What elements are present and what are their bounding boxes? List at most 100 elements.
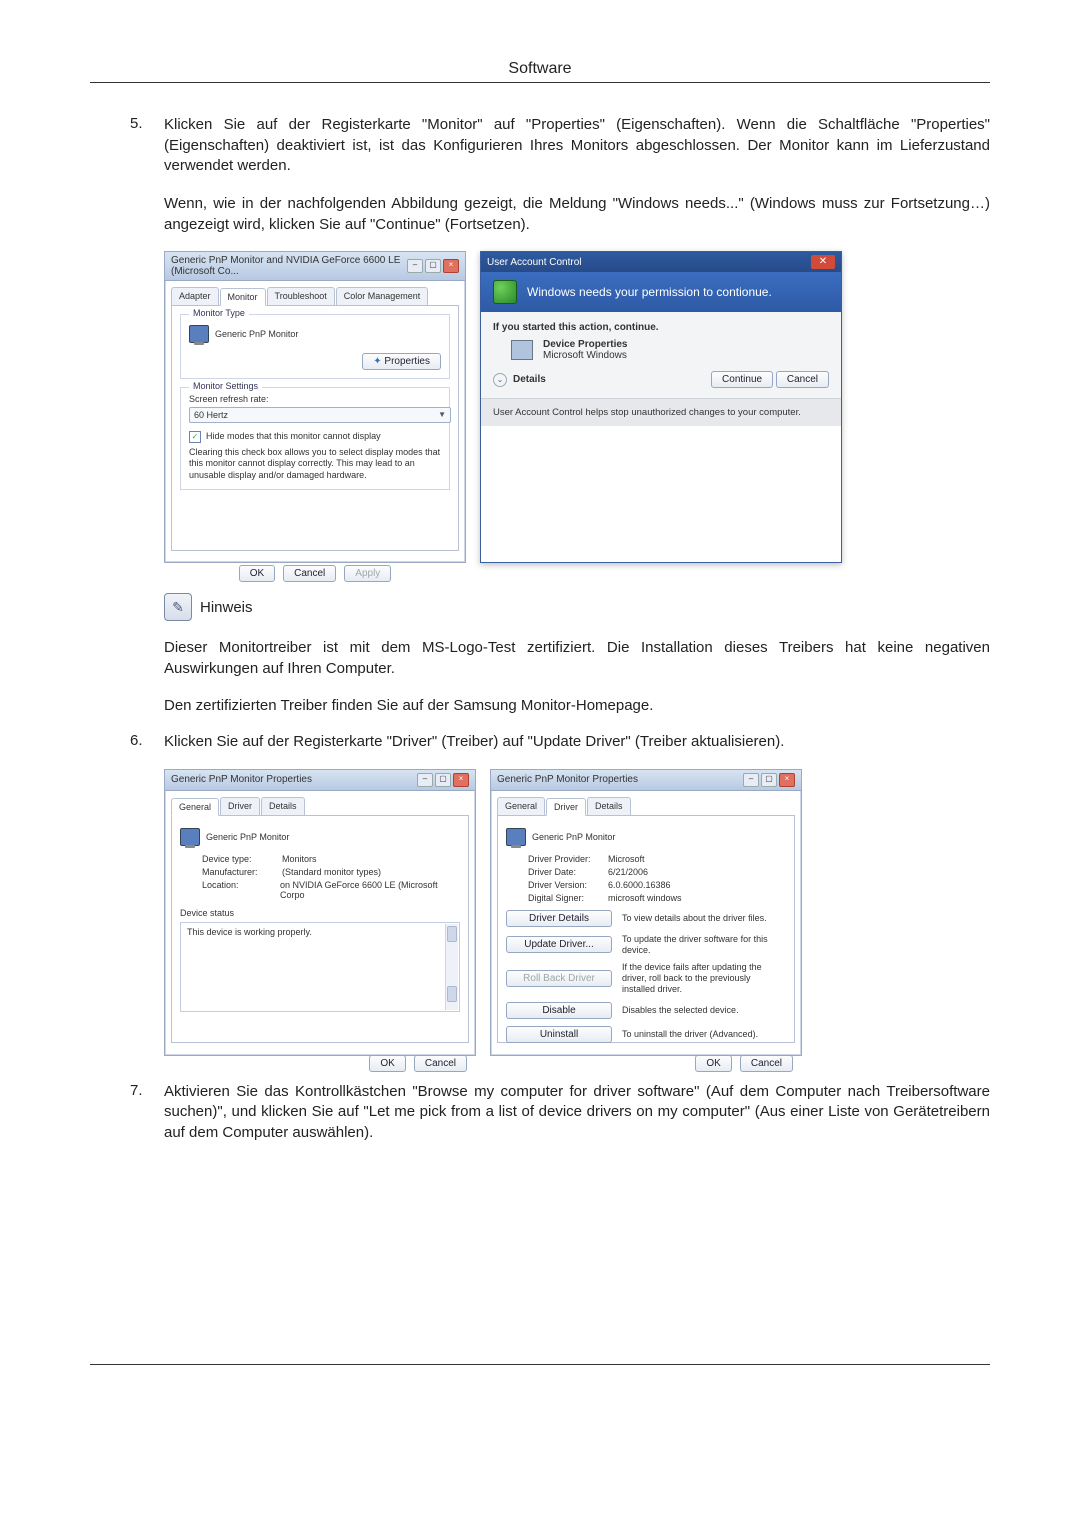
monitor-dialog-buttons: OK Cancel Apply — [165, 557, 465, 592]
monitor-type-group: Monitor Type Generic PnP Monitor ✦ Prope… — [180, 314, 450, 379]
driver-details-desc: To view details about the driver files. — [622, 913, 786, 924]
driver-version-label: Driver Version: — [528, 880, 608, 890]
tab-color-management[interactable]: Color Management — [336, 287, 429, 305]
driver-provider-label: Driver Provider: — [528, 854, 608, 864]
scrollbar[interactable] — [445, 924, 458, 1010]
close-icon[interactable]: × — [453, 773, 469, 787]
document-page: Software 5. Klicken Sie auf der Register… — [0, 0, 1080, 1473]
driver-version-value: 6.0.6000.16386 — [608, 880, 671, 890]
apply-button[interactable]: Apply — [344, 565, 391, 582]
update-driver-desc: To update the driver software for this d… — [622, 934, 786, 956]
uac-body: If you started this action, continue. De… — [481, 312, 841, 398]
hide-modes-description: Clearing this check box allows you to se… — [189, 447, 441, 481]
driver-monitor-name-line: Generic PnP Monitor — [506, 828, 786, 846]
device-type-label: Device type: — [202, 854, 282, 864]
tab-adapter[interactable]: Adapter — [171, 287, 219, 305]
driver-date-label: Driver Date: — [528, 867, 608, 877]
hide-modes-checkbox-row: ✓ Hide modes that this monitor cannot di… — [189, 431, 441, 443]
cancel-button[interactable]: Cancel — [740, 1055, 793, 1072]
ok-button[interactable]: OK — [369, 1055, 405, 1072]
window-buttons: – ▢ × — [417, 773, 469, 787]
minimize-icon[interactable]: – — [743, 773, 759, 787]
tab-driver[interactable]: Driver — [546, 798, 586, 816]
uac-footer: User Account Control helps stop unauthor… — [481, 398, 841, 426]
device-status-legend: Device status — [180, 908, 460, 918]
maximize-icon[interactable]: ▢ — [425, 259, 441, 273]
uac-subtext: If you started this action, continue. — [493, 322, 829, 333]
general-dialog-buttons: OK Cancel — [165, 1049, 475, 1078]
cancel-button[interactable]: Cancel — [776, 371, 829, 388]
step-7-number: 7. — [130, 1082, 164, 1144]
tab-details[interactable]: Details — [587, 797, 631, 815]
uac-details-row: ⌄ Details Continue Cancel — [493, 371, 829, 388]
location-value: on NVIDIA GeForce 6600 LE (Microsoft Cor… — [280, 880, 460, 900]
digital-signer-label: Digital Signer: — [528, 893, 608, 903]
device-status-text: This device is working properly. — [187, 927, 312, 937]
maximize-icon[interactable]: ▢ — [761, 773, 777, 787]
location-label: Location: — [202, 880, 280, 900]
hide-modes-checkbox[interactable]: ✓ — [189, 431, 201, 443]
rollback-driver-button[interactable]: Roll Back Driver — [506, 970, 612, 987]
driver-details-button[interactable]: Driver Details — [506, 910, 612, 927]
manufacturer-value: (Standard monitor types) — [282, 867, 381, 877]
continue-button[interactable]: Continue — [711, 371, 773, 388]
program-icon — [511, 340, 533, 360]
general-monitor-name-line: Generic PnP Monitor — [180, 828, 460, 846]
tab-monitor[interactable]: Monitor — [220, 288, 266, 306]
monitor-settings-group: Monitor Settings Screen refresh rate: 60… — [180, 387, 450, 490]
step-7-text: Aktivieren Sie das Kontrollkästchen "Bro… — [164, 1082, 990, 1144]
tab-troubleshoot[interactable]: Troubleshoot — [267, 287, 335, 305]
driver-provider-value: Microsoft — [608, 854, 645, 864]
step-5-text: Klicken Sie auf der Registerkarte "Monit… — [164, 115, 990, 235]
properties-button[interactable]: ✦ Properties — [362, 353, 441, 370]
close-icon[interactable]: × — [779, 773, 795, 787]
figure-row-2: Generic PnP Monitor Properties – ▢ × Gen… — [164, 769, 990, 1056]
minimize-icon[interactable]: – — [417, 773, 433, 787]
hinweis-p1: Dieser Monitortreiber ist mit dem MS-Log… — [90, 637, 990, 679]
monitor-dialog-titlebar: Generic PnP Monitor and NVIDIA GeForce 6… — [165, 252, 465, 281]
hinweis-p2: Den zertifizierten Treiber finden Sie au… — [90, 695, 990, 716]
ok-button[interactable]: OK — [695, 1055, 731, 1072]
general-properties-dialog: Generic PnP Monitor Properties – ▢ × Gen… — [164, 769, 476, 1056]
uac-details-label[interactable]: Details — [513, 374, 546, 385]
driver-dialog-buttons: OK Cancel — [491, 1049, 801, 1078]
close-icon[interactable]: × — [443, 259, 459, 273]
disable-button[interactable]: Disable — [506, 1002, 612, 1019]
page-header-title: Software — [90, 60, 990, 78]
step-5-number: 5. — [130, 115, 164, 235]
maximize-icon[interactable]: ▢ — [435, 773, 451, 787]
uninstall-button[interactable]: Uninstall — [506, 1026, 612, 1043]
general-dialog-title: Generic PnP Monitor Properties — [171, 774, 312, 785]
monitor-name-label: Generic PnP Monitor — [215, 329, 298, 339]
refresh-rate-select[interactable]: 60 Hertz ▼ — [189, 407, 451, 423]
update-driver-button[interactable]: Update Driver... — [506, 936, 612, 953]
monitor-icon — [189, 325, 209, 343]
uac-program-publisher: Microsoft Windows — [543, 350, 628, 361]
uac-header: Windows needs your permission to contion… — [481, 272, 841, 312]
ok-button[interactable]: OK — [239, 565, 275, 582]
expand-arrow-icon[interactable]: ⌄ — [493, 373, 507, 387]
monitor-icon — [506, 828, 526, 846]
monitor-type-legend: Monitor Type — [189, 308, 249, 318]
step-5: 5. Klicken Sie auf der Registerkarte "Mo… — [90, 115, 990, 235]
tab-details[interactable]: Details — [261, 797, 305, 815]
driver-dialog-titlebar: Generic PnP Monitor Properties – ▢ × — [491, 770, 801, 791]
rollback-driver-desc: If the device fails after updating the d… — [622, 962, 786, 994]
footer-separator — [90, 1364, 990, 1365]
window-buttons: – ▢ × — [407, 259, 459, 273]
tab-driver[interactable]: Driver — [220, 797, 260, 815]
cancel-button[interactable]: Cancel — [414, 1055, 467, 1072]
minimize-icon[interactable]: – — [407, 259, 423, 273]
close-icon[interactable]: ✕ — [811, 255, 835, 269]
refresh-rate-value: 60 Hertz — [194, 410, 228, 420]
step-5-text-span: Klicken Sie auf der Registerkarte "Monit… — [164, 116, 990, 174]
tab-general[interactable]: General — [171, 798, 219, 816]
refresh-rate-label: Screen refresh rate: — [189, 394, 441, 404]
header-separator — [90, 82, 990, 83]
window-buttons: – ▢ × — [743, 773, 795, 787]
monitor-dialog-title: Generic PnP Monitor and NVIDIA GeForce 6… — [171, 255, 407, 277]
monitor-name-line: Generic PnP Monitor — [189, 325, 441, 343]
cancel-button[interactable]: Cancel — [283, 565, 336, 582]
chevron-down-icon: ▼ — [438, 410, 446, 420]
tab-general[interactable]: General — [497, 797, 545, 815]
